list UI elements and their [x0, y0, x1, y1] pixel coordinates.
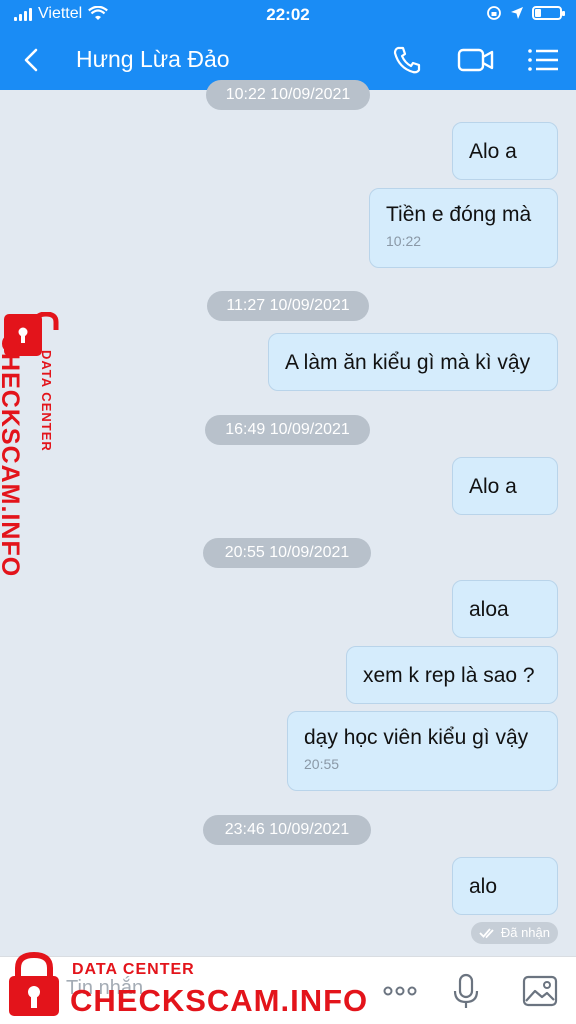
watermark-small-vertical: DATA CENTER	[39, 350, 54, 452]
battery-icon	[532, 6, 565, 20]
orientation-lock-icon	[487, 6, 501, 20]
message-text: Tiền e đóng mà	[386, 203, 532, 226]
composer-bar: Tin nhắn DATA CENTER CHECKSCAM.INFO	[0, 956, 576, 1024]
message-text: alo	[469, 875, 498, 898]
watermark-small-text: DATA CENTER	[72, 961, 195, 978]
message-bubble[interactable]: aloa	[452, 580, 558, 638]
message-list[interactable]: 10:22 10/09/2021 Alo a Tiền e đóng mà 10…	[0, 80, 576, 956]
message-text: Alo a	[469, 140, 517, 163]
message-time: 20:55	[304, 756, 340, 772]
padlock-icon	[9, 952, 59, 1016]
watermark-side: CHECKSCAM.INFO DATA CENTER	[0, 312, 62, 592]
double-check-icon	[479, 928, 494, 939]
timestamp-pill: 11:27 10/09/2021	[207, 291, 369, 321]
message-bubble[interactable]: xem k rep là sao ?	[346, 646, 558, 704]
timestamp-pill: 16:49 10/09/2021	[205, 415, 370, 445]
menu-list-icon[interactable]	[524, 42, 564, 78]
delivery-status-badge: Đã nhận	[470, 922, 558, 944]
message-bubble[interactable]: A làm ăn kiểu gì mà kì vậy	[268, 333, 558, 391]
message-text: A làm ăn kiểu gì mà kì vậy	[285, 351, 531, 374]
message-bubble[interactable]: Tiền e đóng mà 10:22	[369, 188, 558, 268]
microphone-icon[interactable]	[446, 971, 486, 1011]
top-bar: Viettel 22:02 Hưng Lừa Đảo	[0, 0, 576, 90]
timestamp-pill: 10:22 10/09/2021	[206, 80, 370, 110]
timestamp-pill: 20:55 10/09/2021	[203, 538, 371, 568]
image-icon[interactable]	[520, 971, 560, 1011]
message-bubble[interactable]: alo	[452, 857, 558, 915]
delivery-status-text: Đã nhận	[500, 925, 550, 940]
watermark-brand-text: CHECKSCAM.INFO	[70, 983, 369, 1018]
message-text: Alo a	[469, 475, 517, 498]
message-text: xem k rep là sao ?	[363, 664, 535, 687]
message-bubble[interactable]: dạy học viên kiểu gì vậy 20:55	[287, 711, 558, 791]
status-right	[486, 5, 565, 21]
watermark-brand-vertical: CHECKSCAM.INFO	[0, 334, 24, 578]
message-text: aloa	[469, 598, 509, 621]
timestamp-pill: 23:46 10/09/2021	[203, 815, 371, 845]
message-text: dạy học viên kiểu gì vậy	[304, 726, 529, 749]
phone-icon[interactable]	[386, 42, 426, 78]
video-call-icon[interactable]	[456, 42, 496, 78]
message-bubble[interactable]: Alo a	[452, 457, 558, 515]
contact-name[interactable]: Hưng Lừa Đảo	[76, 46, 230, 73]
chat-header: Hưng Lừa Đảo	[0, 34, 576, 86]
location-icon	[511, 7, 523, 19]
status-bar: Viettel 22:02	[0, 0, 576, 30]
back-arrow-icon[interactable]	[14, 42, 50, 78]
more-icon[interactable]	[380, 971, 420, 1011]
message-time: 10:22	[386, 233, 422, 249]
message-bubble[interactable]: Alo a	[452, 122, 558, 180]
